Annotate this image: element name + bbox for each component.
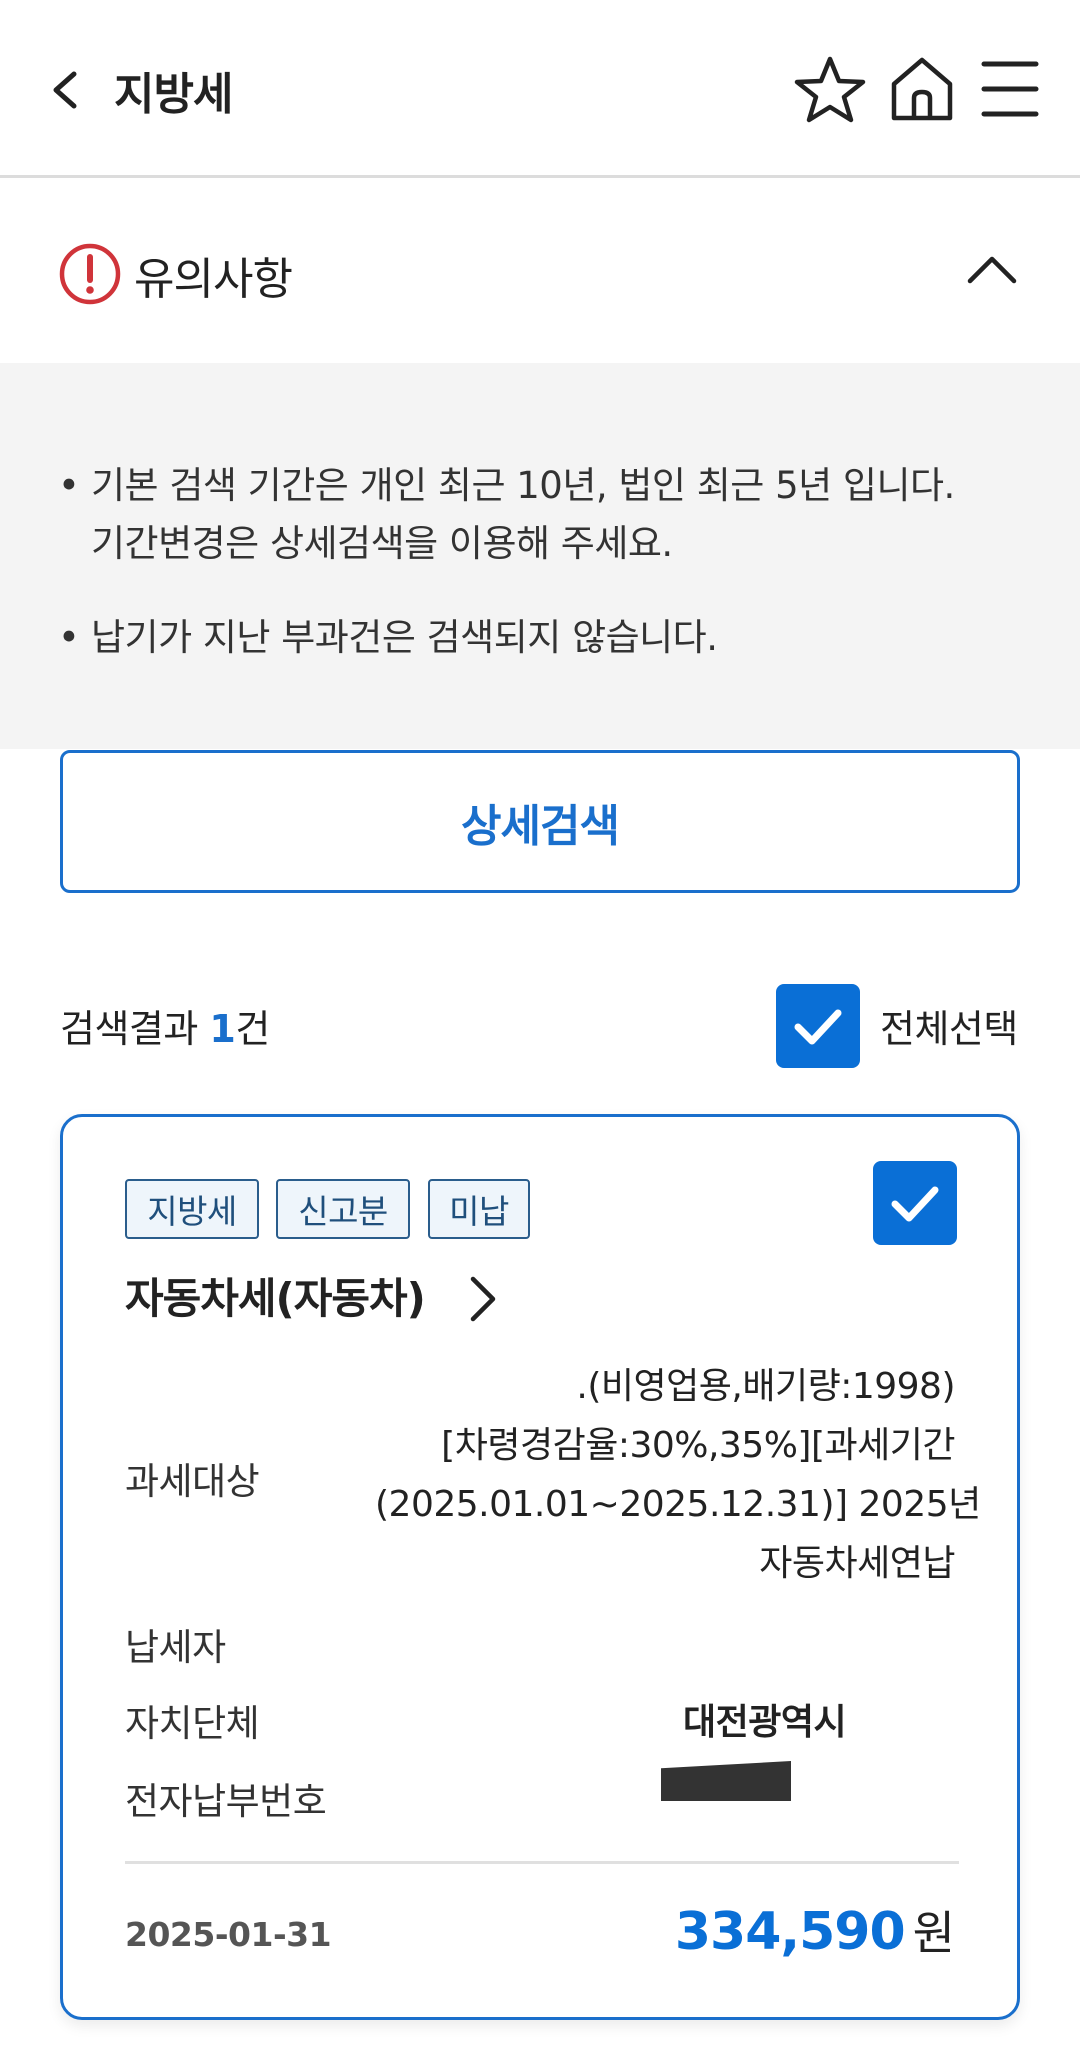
- back-arrow-icon: [53, 71, 77, 109]
- select-all-label[interactable]: 전체선택: [880, 998, 1018, 1053]
- badge-payment-status: 미납: [428, 1179, 530, 1239]
- badge-tax-type: 지방세: [125, 1179, 259, 1239]
- home-icon: [891, 57, 953, 121]
- notice-text: 기간변경은 상세검색을 이용해 주세요.: [91, 522, 673, 565]
- app-header: 지방세: [0, 0, 1080, 178]
- amount-unit: 원: [912, 1906, 955, 1960]
- notice-text: 납기가 지난 부과건은 검색되지 않습니다.: [91, 616, 718, 659]
- tax-target-line: .(비영업용,배기량:1998): [576, 1366, 955, 1407]
- result-count-number: 1: [209, 1007, 236, 1051]
- badge-report-type: 신고분: [276, 1179, 410, 1239]
- tax-target-line: 자동차세연납: [759, 1543, 955, 1584]
- amount: 334,590 원: [675, 1897, 955, 1963]
- menu-icon: [981, 61, 1039, 117]
- redaction-mark: [661, 1761, 791, 1801]
- chevron-up-icon: [967, 256, 1017, 284]
- notice-panel: • 기본 검색 기간은 개인 최근 10년, 법인 최근 5년 입니다. 기간변…: [0, 363, 1080, 749]
- notice-text: 기본 검색 기간은 개인 최근 10년, 법인 최근 5년 입니다.: [91, 464, 955, 507]
- divider: [125, 1861, 959, 1864]
- notice-accordion-toggle[interactable]: 유의사항: [0, 181, 1080, 363]
- tax-bill-card: 지방세 신고분 미납 자동차세(자동차) 과세대상 .(비영업용,배기량:199…: [60, 1114, 1020, 2020]
- label-taxpayer: 납세자: [125, 1626, 226, 1669]
- result-count-prefix: 검색결과: [60, 1007, 210, 1051]
- menu-button[interactable]: [976, 54, 1052, 124]
- detail-search-button[interactable]: 상세검색: [60, 750, 1020, 893]
- tax-target-line: (2025.01.01~2025.12.31)] 2025년: [375, 1484, 981, 1525]
- tax-target-line: [차령경감율:30%,35%][과세기간: [441, 1425, 955, 1466]
- star-icon: [794, 56, 866, 123]
- alert-icon: [59, 243, 121, 305]
- back-button[interactable]: [44, 60, 94, 120]
- value-region: 대전광역시: [683, 1702, 847, 1743]
- amount-value: 334,590: [674, 1902, 906, 1962]
- chevron-right-icon[interactable]: [463, 1271, 503, 1327]
- checkmark-icon: [891, 1186, 939, 1222]
- value-tax-target: .(비영업용,배기량:1998) [차령경감율:30%,35%][과세기간 (2…: [375, 1357, 981, 1593]
- select-all-checkbox[interactable]: [776, 984, 860, 1068]
- checkmark-icon: [794, 1009, 842, 1045]
- bullet: •: [58, 616, 80, 659]
- bullet: •: [58, 464, 80, 507]
- page-title: 지방세: [114, 69, 233, 120]
- notice-title: 유의사항: [134, 254, 293, 305]
- result-count-suffix: 건: [235, 1007, 270, 1051]
- due-date: 2025-01-31: [125, 1915, 332, 1954]
- result-count: 검색결과 1건: [60, 998, 270, 1053]
- label-region: 자치단체: [125, 1702, 260, 1745]
- label-tax-target: 과세대상: [125, 1460, 260, 1503]
- tax-name-link[interactable]: 자동차세(자동차): [125, 1265, 426, 1326]
- card-checkbox[interactable]: [873, 1161, 957, 1245]
- label-epay-number: 전자납부번호: [125, 1780, 327, 1823]
- favorite-button[interactable]: [792, 54, 868, 124]
- home-button[interactable]: [884, 54, 960, 124]
